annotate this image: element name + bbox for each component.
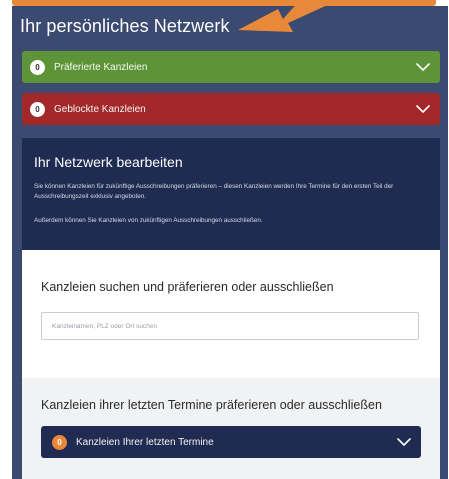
chevron-down-icon — [416, 105, 430, 113]
edit-network-title: Ihr Netzwerk bearbeiten — [34, 154, 183, 170]
preferred-count-badge: 0 — [30, 59, 45, 75]
edit-network-description: Sie können Kanzleien für zukünftige Auss… — [34, 183, 394, 200]
recent-firms-accordion[interactable]: 0 Kanzleien Ihrer letzten Termine — [41, 426, 421, 458]
blocked-firms-accordion[interactable]: 0 Geblockte Kanzleien — [22, 93, 440, 125]
preferred-firms-accordion[interactable]: 0 Präferierte Kanzleien — [22, 51, 440, 83]
firm-search-input[interactable] — [41, 312, 419, 340]
network-panel: Ihr persönliches Netzwerk 0 Präferierte … — [12, 6, 448, 479]
network-title: Ihr persönliches Netzwerk — [20, 16, 230, 36]
chevron-down-icon — [416, 63, 430, 71]
blocked-count-badge: 0 — [30, 101, 45, 117]
edit-network-exclude-note: Außerdem können Sie Kanzleien von zukünf… — [34, 217, 263, 224]
search-card: Kanzleien suchen und präferieren oder au… — [22, 250, 440, 378]
preferred-firms-label: Präferierte Kanzleien — [54, 61, 148, 73]
chevron-down-icon — [397, 438, 411, 446]
edit-network-section: Ihr Netzwerk bearbeiten Sie können Kanzl… — [22, 138, 440, 479]
search-title: Kanzleien suchen und präferieren oder au… — [41, 280, 334, 294]
recent-firms-label: Kanzleien Ihrer letzten Termine — [76, 436, 214, 448]
recent-count-badge: 0 — [52, 434, 67, 450]
blocked-firms-label: Geblockte Kanzleien — [54, 103, 146, 115]
recent-firms-card: Kanzleien ihrer letzten Termine präferie… — [22, 378, 440, 479]
recent-firms-title: Kanzleien ihrer letzten Termine präferie… — [41, 398, 382, 412]
